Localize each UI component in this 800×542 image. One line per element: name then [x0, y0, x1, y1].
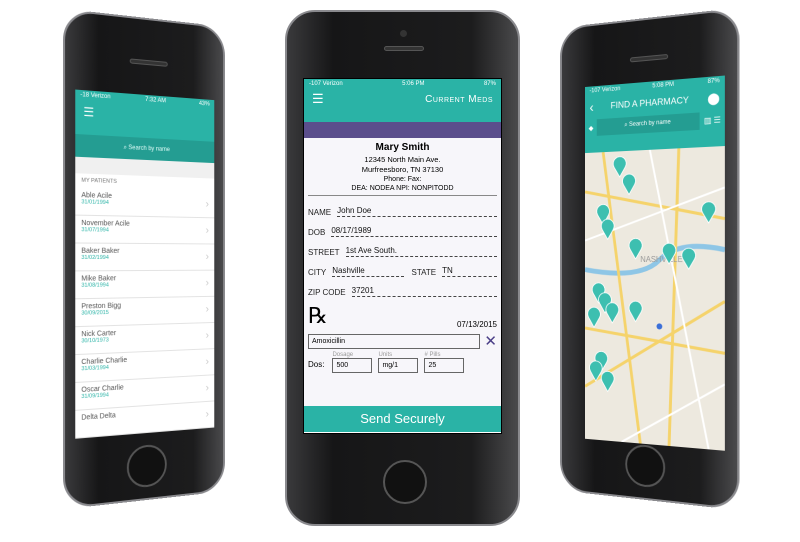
- doctor-address2: Murfreesboro, TN 37130: [361, 165, 444, 174]
- phone-pharmacy: -107 Verizon 5:08 PM 87% ‹ FIND A PHARMACY ⬤…: [560, 7, 740, 511]
- value: John Doe: [337, 206, 497, 217]
- pills-input[interactable]: 25: [424, 358, 465, 373]
- dob-field[interactable]: DOB 08/17/1989: [308, 217, 497, 237]
- doctor-phone: Phone: Fax:: [383, 176, 422, 183]
- carrier: -107 Verizon: [589, 86, 621, 95]
- screen-title: Current Meds: [425, 93, 493, 105]
- units-input[interactable]: mg/1: [378, 358, 419, 373]
- carrier: -107 Verizon: [309, 81, 343, 87]
- patient-list: Able Acile 31/01/1994 › November Acile 31/07…: [75, 187, 215, 439]
- home-button[interactable]: [126, 443, 167, 490]
- patient-date: 31/07/1994: [81, 227, 109, 234]
- label: STREET: [308, 248, 340, 257]
- battery: 43%: [198, 100, 210, 108]
- purple-band: [304, 122, 501, 138]
- search-placeholder: Search by name: [629, 119, 671, 129]
- battery: 87%: [707, 78, 720, 86]
- name-field[interactable]: NAME John Doe: [308, 197, 497, 217]
- value: 08/17/1989: [331, 226, 497, 237]
- current-location: [656, 323, 663, 330]
- dosage-input[interactable]: 500: [332, 358, 373, 373]
- chevron-right-icon: ›: [205, 408, 209, 421]
- value: Nashville: [332, 266, 404, 277]
- patient-list-item[interactable]: Mike Baker 31/08/1994 ›: [75, 270, 215, 300]
- clear-icon[interactable]: ✕: [484, 332, 497, 350]
- prescription-screen: -107 Verizon 5:06 PM 87% ☰ Current Meds Mar…: [303, 78, 502, 434]
- doctor-address1: 12345 North Main Ave.: [364, 155, 441, 164]
- time: 5:08 PM: [652, 81, 674, 90]
- menu-icon[interactable]: ☰: [312, 91, 324, 107]
- label: NAME: [308, 208, 332, 217]
- speaker: [384, 46, 424, 51]
- patient-list-item[interactable]: November Acile 31/07/1994 ›: [75, 215, 215, 245]
- chevron-right-icon: ›: [205, 356, 209, 368]
- time: 7:32 AM: [145, 96, 167, 105]
- speaker: [629, 53, 669, 63]
- pharmacy-screen: -107 Verizon 5:08 PM 87% ‹ FIND A PHARMACY ⬤…: [585, 75, 725, 451]
- map[interactable]: NASHVILLE: [585, 146, 725, 451]
- location-pin-icon[interactable]: ⬤: [707, 91, 719, 105]
- camera: [400, 30, 407, 37]
- chevron-right-icon: ›: [205, 329, 209, 342]
- patients-screen: -18 Verizon 7:32 AM 43% ☰ ⌕ Search by name…: [75, 89, 215, 439]
- pharmacy-pin-icon[interactable]: [702, 202, 716, 224]
- rx-date: 07/13/2015: [456, 320, 497, 329]
- send-securely-button[interactable]: Send Securely: [304, 406, 501, 432]
- speaker: [129, 58, 168, 67]
- pharmacy-pin-icon[interactable]: [622, 174, 635, 195]
- home-button[interactable]: [383, 460, 427, 504]
- pharmacy-pin-icon[interactable]: [682, 248, 696, 269]
- patient-list-item[interactable]: Baker Baker 31/02/1994 ›: [75, 243, 215, 272]
- chevron-right-icon: ›: [205, 277, 209, 290]
- chevron-right-icon: ›: [205, 382, 209, 395]
- rx-icon: ℞: [308, 304, 328, 329]
- search-input[interactable]: ⌕ Search by name: [597, 112, 700, 136]
- back-icon[interactable]: ‹: [590, 99, 594, 115]
- doctor-name: Mary Smith: [375, 142, 430, 153]
- pharmacy-pin-icon[interactable]: [601, 219, 614, 239]
- home-button[interactable]: [625, 443, 666, 490]
- chevron-right-icon: ›: [205, 303, 209, 316]
- pharmacy-pin-icon[interactable]: [629, 301, 642, 322]
- chevron-right-icon: ›: [205, 224, 209, 237]
- carrier: -18 Verizon: [80, 91, 111, 101]
- pharmacy-pin-icon[interactable]: [613, 156, 626, 177]
- patient-date: 31/08/1994: [81, 282, 109, 289]
- label: STATE: [411, 268, 437, 277]
- zip-field[interactable]: ZIP CODE 37201: [308, 277, 497, 297]
- search-placeholder: Search by name: [128, 145, 170, 154]
- phone-patients: -18 Verizon 7:32 AM 43% ☰ ⌕ Search by name…: [63, 8, 225, 510]
- value: 1st Ave South.: [345, 246, 497, 257]
- pharmacy-pin-icon[interactable]: [601, 371, 614, 392]
- chevron-right-icon: ›: [205, 198, 209, 211]
- map-view-icon[interactable]: ▥: [704, 116, 712, 126]
- battery: 87%: [483, 81, 496, 87]
- list-view-icon[interactable]: ☰: [714, 115, 721, 125]
- value: TN: [442, 266, 497, 277]
- label: ZIP CODE: [308, 288, 346, 297]
- street-field[interactable]: STREET 1st Ave South.: [308, 237, 497, 257]
- chevron-right-icon: ›: [205, 251, 209, 263]
- city-state-field[interactable]: CITY Nashville STATE TN: [308, 257, 497, 277]
- patient-list-item[interactable]: Able Acile 31/01/1994 ›: [75, 187, 215, 219]
- label: CITY: [308, 268, 327, 277]
- label: DOB: [308, 228, 326, 237]
- compass-icon[interactable]: ◆: [589, 124, 594, 132]
- map-label: NASHVILLE: [640, 255, 682, 265]
- pharmacy-pin-icon[interactable]: [588, 307, 601, 327]
- value: 37201: [351, 286, 497, 297]
- phone-prescription: -107 Verizon 5:06 PM 87% ☰ Current Meds Mar…: [285, 10, 520, 526]
- time: 5:06 PM: [402, 81, 425, 87]
- screen-title: FIND A PHARMACY: [610, 94, 689, 111]
- pharmacy-pin-icon[interactable]: [606, 303, 619, 324]
- doctor-ids: DEA: NODEA NPI: NONPITODD: [351, 185, 454, 192]
- drug-input[interactable]: Amoxicillin: [308, 333, 481, 349]
- patient-date: 31/02/1994: [81, 254, 109, 262]
- dos-label: Dos:: [308, 360, 325, 369]
